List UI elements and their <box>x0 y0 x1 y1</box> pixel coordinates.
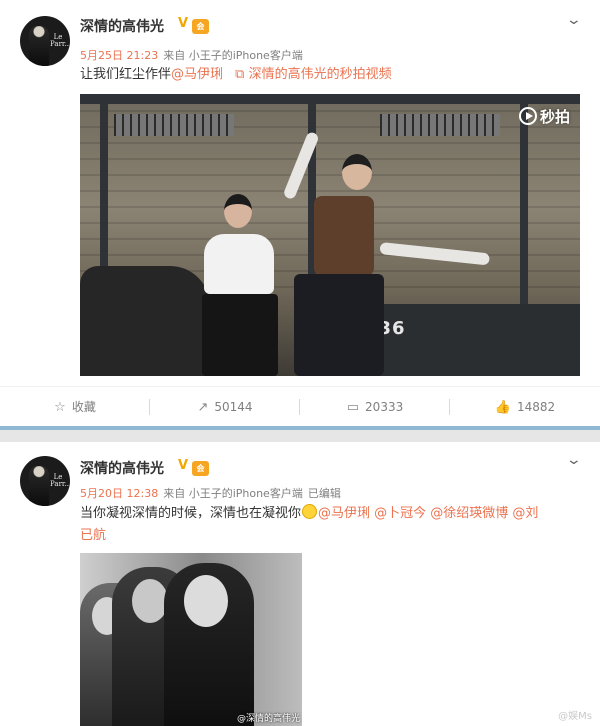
favorite-button[interactable]: ☆ 收藏 <box>0 387 150 427</box>
avatar-figure <box>29 26 49 66</box>
video-logo-text: 秒拍 <box>539 108 570 126</box>
member-badge[interactable]: 会 <box>192 461 209 476</box>
post-text-plain: 让我们红尘作伴 <box>80 67 172 82</box>
username[interactable]: 深情的高伟光 <box>80 458 164 478</box>
post-text: 当你凝视深情的时候，深情也在凝视你 @马伊琍 @卜冠今 @徐绍瑛微博 @刘 已航 <box>80 503 580 547</box>
weibo-post: Le Parr... 深情的高伟光 V 会 ⌄ 5月25日 21:23 来自 小王… <box>0 0 600 386</box>
car <box>80 266 210 376</box>
verified-badge: V <box>178 458 189 473</box>
post-text: 让我们红尘作伴@马伊琍 ⧉ 深情的高伟光的秒拍视频 <box>80 64 580 86</box>
post-divider <box>0 426 600 442</box>
comment-button[interactable]: ▭ 20333 <box>300 387 450 427</box>
beam <box>520 94 528 324</box>
post-text-plain: 当你凝视深情的时候，深情也在凝视你 <box>80 506 302 521</box>
mention-link[interactable]: 已航 <box>80 528 106 543</box>
avatar[interactable]: Le Parr... <box>20 16 70 66</box>
smile-emoji-icon <box>302 504 318 519</box>
like-icon: 👍 <box>494 400 511 415</box>
avatar-text: Le Parr... <box>50 473 70 488</box>
repost-button[interactable]: ↗ 50144 <box>150 387 300 427</box>
avatar-text: Le Parr... <box>50 33 70 48</box>
video-link[interactable]: 深情的高伟光的秒拍视频 <box>249 67 392 82</box>
repost-count: 50144 <box>214 400 253 414</box>
comment-count: 20333 <box>365 400 404 414</box>
post-meta: 5月25日 21:23 来自 小王子的iPhone客户端 <box>80 47 308 63</box>
action-bar: ☆ 收藏 ↗ 50144 ▭ 20333 👍 14882 <box>0 386 600 426</box>
post-time[interactable]: 5月20日 12:38 <box>80 487 158 500</box>
mention-link[interactable]: @马伊琍 <box>171 67 223 82</box>
share-icon: ↗ <box>197 400 209 415</box>
edited-label[interactable]: 已编辑 <box>308 487 341 500</box>
chevron-down-icon[interactable]: ⌄ <box>566 12 582 28</box>
mention-links[interactable]: @马伊琍 @卜冠今 @徐绍瑛微博 @刘 <box>318 506 538 521</box>
video-link-icon: ⧉ <box>235 67 245 82</box>
window <box>114 114 234 136</box>
post-source[interactable]: 来自 小王子的iPhone客户端 <box>163 49 303 62</box>
video-player[interactable]: -36 秒拍 <box>80 94 580 376</box>
chevron-down-icon[interactable]: ⌄ <box>566 452 582 468</box>
beam <box>80 94 580 104</box>
play-icon <box>518 107 537 125</box>
comment-icon: ▭ <box>346 400 360 415</box>
person <box>198 194 278 376</box>
post-source[interactable]: 来自 小王子的iPhone客户端 <box>163 487 303 500</box>
avatar-figure <box>29 466 49 506</box>
post-meta: 5月20日 12:38 来自 小王子的iPhone客户端 已编辑 <box>80 485 346 501</box>
avatar[interactable]: Le Parr... <box>20 456 70 506</box>
star-icon: ☆ <box>54 400 66 415</box>
username[interactable]: 深情的高伟光 <box>80 16 164 36</box>
photo-watermark: @深情的高伟光 <box>236 714 300 724</box>
like-count: 14882 <box>517 400 556 414</box>
post-time[interactable]: 5月25日 21:23 <box>80 49 158 62</box>
post-photo[interactable]: @深情的高伟光 <box>80 553 302 726</box>
verified-badge: V <box>178 16 189 31</box>
member-badge[interactable]: 会 <box>192 19 209 34</box>
favorite-label: 收藏 <box>71 400 96 414</box>
footer-watermark: @娱Ms <box>558 711 592 722</box>
like-button[interactable]: 👍 14882 <box>450 387 600 427</box>
video-logo: 秒拍 <box>518 106 570 127</box>
window <box>380 114 500 136</box>
